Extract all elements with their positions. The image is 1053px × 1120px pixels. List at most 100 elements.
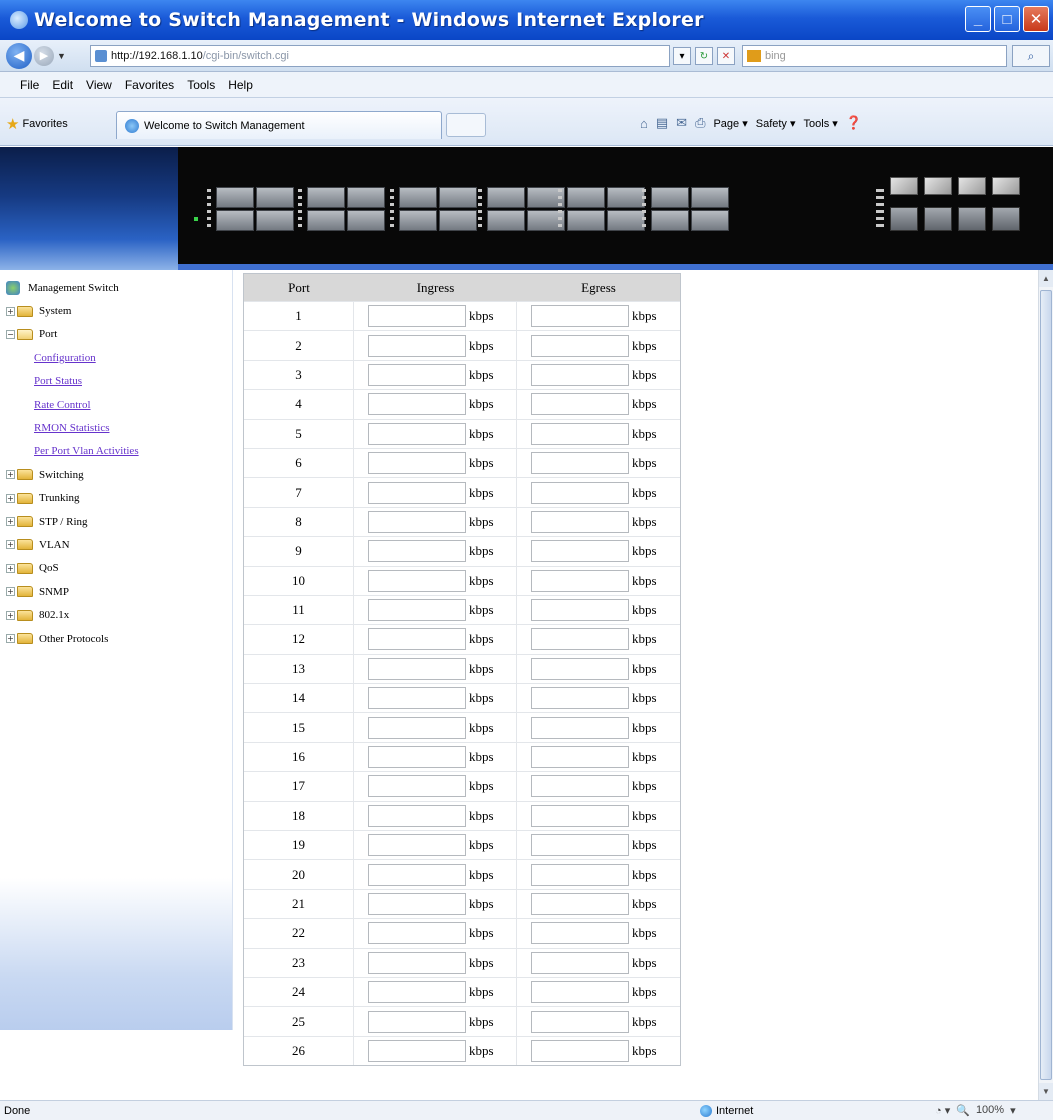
sidebar-item-other-protocols[interactable]: + Other Protocols	[6, 627, 139, 650]
ingress-rate-input[interactable]	[368, 951, 466, 974]
menu-view[interactable]: View	[86, 78, 112, 92]
ingress-rate-input[interactable]	[368, 1010, 466, 1033]
minimize-button[interactable]: _	[965, 6, 991, 32]
expand-icon[interactable]: +	[6, 470, 15, 480]
egress-rate-input[interactable]	[531, 922, 629, 945]
forward-button[interactable]: ▶	[34, 45, 54, 66]
sidebar-item-switching[interactable]: + Switching	[6, 463, 139, 486]
tree-root[interactable]: Management Switch	[6, 276, 139, 299]
ingress-rate-input[interactable]	[368, 716, 466, 739]
ingress-rate-input[interactable]	[368, 305, 466, 328]
sidebar-item-configuration[interactable]: Configuration	[6, 346, 139, 369]
zoom-control[interactable]: ◔ ▾ 🔍 100% ▾	[935, 1104, 1016, 1117]
back-button[interactable]: ◀	[6, 42, 32, 69]
sidebar-item-rmon-statistics[interactable]: RMON Statistics	[6, 416, 139, 439]
egress-rate-input[interactable]	[531, 305, 629, 328]
egress-rate-input[interactable]	[531, 834, 629, 857]
ingress-rate-input[interactable]	[368, 922, 466, 945]
ingress-rate-input[interactable]	[368, 981, 466, 1004]
menu-tools[interactable]: Tools	[187, 78, 215, 92]
egress-rate-input[interactable]	[531, 540, 629, 563]
ingress-rate-input[interactable]	[368, 893, 466, 915]
menu-file[interactable]: File	[20, 78, 39, 92]
egress-rate-input[interactable]	[531, 951, 629, 974]
egress-rate-input[interactable]	[531, 510, 629, 533]
print-icon[interactable]: ⎙	[695, 115, 705, 131]
sidebar-item-qos[interactable]: + QoS	[6, 557, 139, 580]
egress-rate-input[interactable]	[531, 804, 629, 827]
ingress-rate-input[interactable]	[368, 657, 466, 680]
sidebar-item-8021x[interactable]: + 802.1x	[6, 603, 139, 626]
ingress-rate-input[interactable]	[368, 452, 466, 475]
expand-icon[interactable]: +	[6, 563, 15, 573]
vertical-scrollbar[interactable]: ▲ ▼	[1038, 270, 1053, 1100]
ingress-rate-input[interactable]	[368, 569, 466, 592]
expand-icon[interactable]: +	[6, 610, 15, 620]
egress-rate-input[interactable]	[531, 363, 629, 386]
tools-menu[interactable]: Tools ▾	[804, 117, 838, 130]
menu-favorites[interactable]: Favorites	[125, 78, 174, 92]
menu-edit[interactable]: Edit	[52, 78, 73, 92]
close-button[interactable]: ✕	[1023, 6, 1049, 32]
sidebar-link-configuration[interactable]: Configuration	[34, 352, 96, 364]
scroll-thumb[interactable]	[1040, 290, 1052, 1080]
expand-icon[interactable]: +	[6, 493, 15, 503]
egress-rate-input[interactable]	[531, 481, 629, 504]
egress-rate-input[interactable]	[531, 746, 629, 769]
zoom-dropdown-icon[interactable]: ▾	[1010, 1104, 1016, 1117]
sidebar-link-rmon-statistics[interactable]: RMON Statistics	[34, 422, 109, 434]
security-zone[interactable]: Internet	[700, 1104, 753, 1117]
scroll-down-icon[interactable]: ▼	[1039, 1083, 1053, 1100]
safety-menu[interactable]: Safety ▾	[756, 117, 796, 130]
help-icon[interactable]: ❓	[846, 115, 862, 131]
page-menu[interactable]: Page ▾	[713, 117, 747, 130]
address-input[interactable]: http://192.168.1.10 /cgi-bin/switch.cgi	[90, 45, 670, 67]
egress-rate-input[interactable]	[531, 569, 629, 592]
egress-rate-input[interactable]	[531, 422, 629, 445]
egress-rate-input[interactable]	[531, 1010, 629, 1033]
sidebar-item-port[interactable]: − Port	[6, 323, 139, 346]
ingress-rate-input[interactable]	[368, 363, 466, 386]
egress-rate-input[interactable]	[531, 628, 629, 651]
favorites-button[interactable]: ★ Favorites	[6, 115, 68, 133]
feeds-icon[interactable]: ▤	[656, 115, 668, 131]
ingress-rate-input[interactable]	[368, 334, 466, 357]
new-tab-button[interactable]	[446, 113, 486, 137]
ingress-rate-input[interactable]	[368, 804, 466, 827]
ingress-rate-input[interactable]	[368, 422, 466, 445]
expand-icon[interactable]: +	[6, 306, 15, 316]
home-icon[interactable]: ⌂	[640, 116, 648, 131]
ingress-rate-input[interactable]	[368, 775, 466, 798]
maximize-button[interactable]: □	[994, 6, 1020, 32]
sidebar-item-per-port-vlan[interactable]: Per Port Vlan Activities	[6, 440, 139, 463]
egress-rate-input[interactable]	[531, 452, 629, 475]
search-input[interactable]: bing	[742, 45, 1007, 67]
expand-icon[interactable]: +	[6, 540, 15, 550]
address-dropdown-icon[interactable]: ▾	[673, 47, 691, 65]
ingress-rate-input[interactable]	[368, 1039, 466, 1062]
sidebar-item-system[interactable]: + System	[6, 299, 139, 322]
egress-rate-input[interactable]	[531, 893, 629, 915]
protected-mode-icon[interactable]: ◔ ▾	[935, 1104, 950, 1117]
sidebar-link-port-status[interactable]: Port Status	[34, 375, 82, 387]
ingress-rate-input[interactable]	[368, 746, 466, 769]
stop-icon[interactable]: ✕	[717, 47, 735, 65]
ingress-rate-input[interactable]	[368, 481, 466, 504]
ingress-rate-input[interactable]	[368, 863, 466, 886]
ingress-rate-input[interactable]	[368, 540, 466, 563]
tab-switch-management[interactable]: Welcome to Switch Management	[116, 111, 442, 139]
history-dropdown-icon[interactable]: ▼	[57, 51, 66, 61]
menu-help[interactable]: Help	[228, 78, 253, 92]
egress-rate-input[interactable]	[531, 775, 629, 798]
window-titlebar[interactable]: Welcome to Switch Management - Windows I…	[0, 0, 1053, 40]
egress-rate-input[interactable]	[531, 657, 629, 680]
scroll-up-icon[interactable]: ▲	[1039, 270, 1053, 287]
refresh-icon[interactable]: ↻	[695, 47, 713, 65]
sidebar-link-per-port-vlan[interactable]: Per Port Vlan Activities	[34, 445, 139, 457]
egress-rate-input[interactable]	[531, 599, 629, 622]
egress-rate-input[interactable]	[531, 863, 629, 886]
sidebar-item-port-status[interactable]: Port Status	[6, 370, 139, 393]
sidebar-item-vlan[interactable]: + VLAN	[6, 533, 139, 556]
egress-rate-input[interactable]	[531, 393, 629, 416]
ingress-rate-input[interactable]	[368, 834, 466, 857]
